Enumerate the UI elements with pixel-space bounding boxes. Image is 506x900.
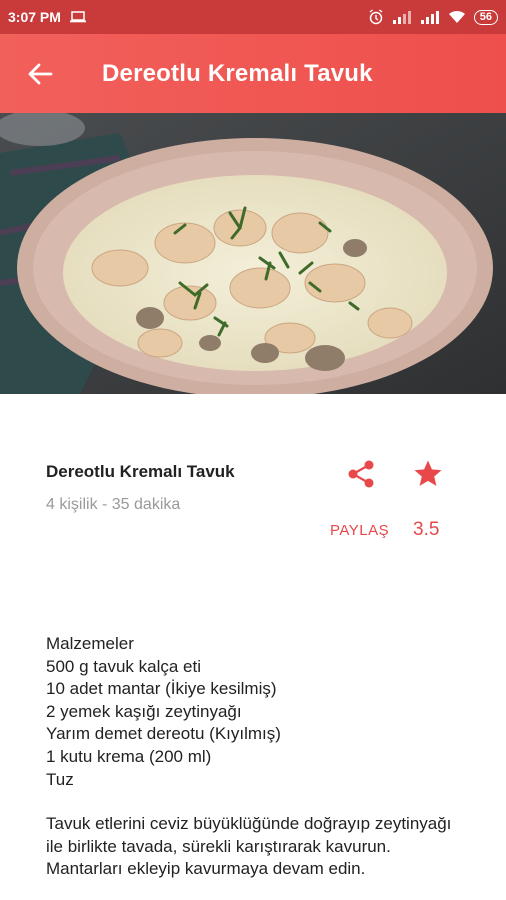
ingredient-item: 1 kutu krema (200 ml) <box>46 746 212 766</box>
app-bar-title: Dereotlu Kremalı Tavuk <box>102 59 373 87</box>
alarm-icon <box>369 9 383 25</box>
laptop-icon <box>69 11 86 23</box>
rating-value: 3.5 <box>413 519 440 540</box>
recipe-header: Dereotlu Kremalı Tavuk 4 kişilik - 35 da… <box>46 462 466 514</box>
recipe-title: Dereotlu Kremalı Tavuk <box>46 462 235 481</box>
app-bar: Dereotlu Kremalı Tavuk <box>0 34 506 113</box>
ingredient-item: Tuz <box>46 769 74 789</box>
recipe-meta: 4 kişilik - 35 dakika <box>46 496 181 513</box>
ingredient-item: 500 g tavuk kalça eti <box>46 656 201 676</box>
wifi-icon <box>448 10 465 23</box>
ingredient-item: 10 adet mantar (İkiye kesilmiş) <box>46 679 277 699</box>
recipe-image <box>0 113 506 394</box>
back-button[interactable] <box>20 54 60 94</box>
share-button[interactable]: PAYLAŞ <box>330 522 389 539</box>
battery-indicator: 56 <box>473 9 498 25</box>
share-icon[interactable] <box>345 458 377 490</box>
ingredient-item: 2 yemek kaşığı zeytinyağı <box>46 701 242 721</box>
status-time: 3:07 PM <box>8 9 61 25</box>
star-icon[interactable] <box>412 458 444 490</box>
signal-icon <box>392 11 411 24</box>
recipe-content: Malzemeler 500 g tavuk kalça eti 10 adet… <box>46 633 466 881</box>
status-bar: 3:07 PM 56 <box>0 0 506 34</box>
ingredients-heading: Malzemeler <box>46 634 134 653</box>
ingredient-item: Yarım demet dereotu (Kıyılmış) <box>46 724 281 744</box>
signal-icon-2 <box>420 11 439 24</box>
back-arrow-icon <box>28 63 53 84</box>
instruction-step: Tavuk etlerini ceviz büyüklüğünde doğray… <box>46 814 452 879</box>
